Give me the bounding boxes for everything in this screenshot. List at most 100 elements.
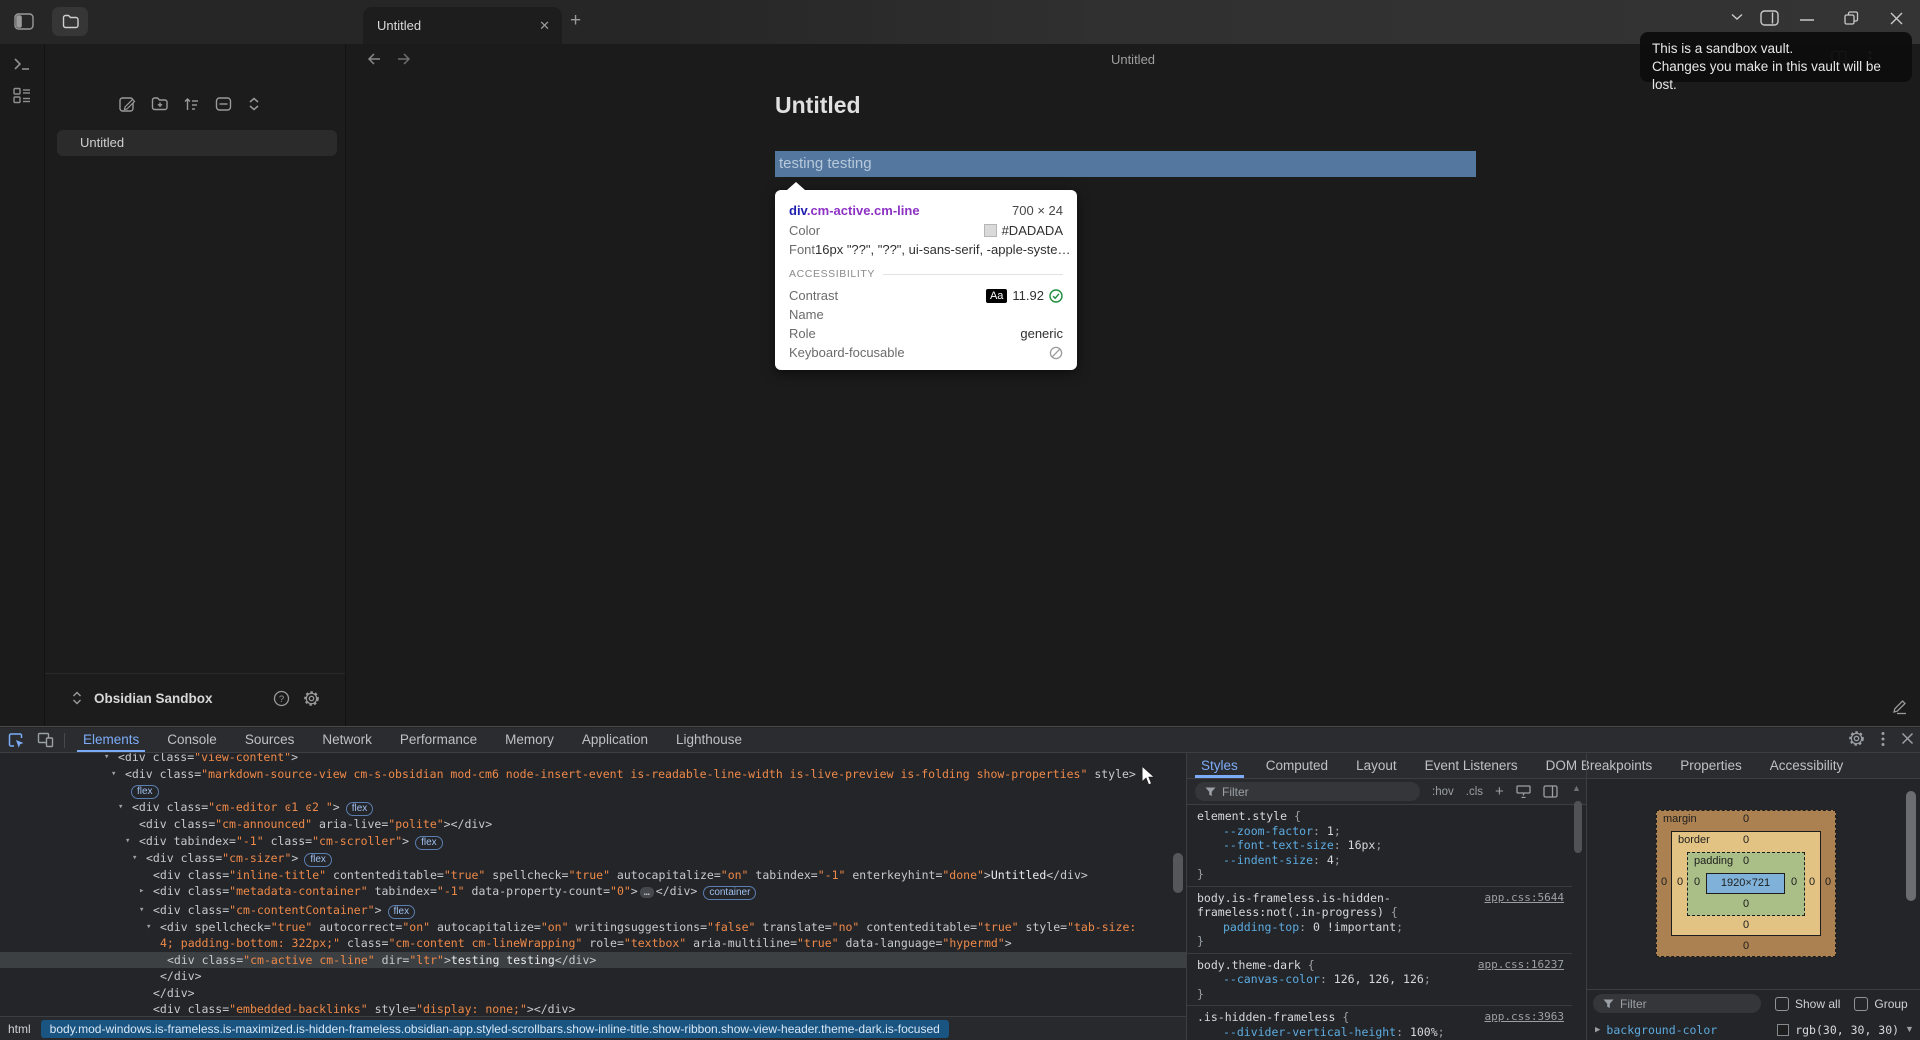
css-declaration[interactable]: --indent-size: 4; <box>1197 853 1564 868</box>
computed-pane-scrollbar[interactable] <box>1906 791 1916 901</box>
css-declaration[interactable]: padding-top: 0 !important; <box>1197 920 1564 935</box>
sidebar-tab-properties[interactable]: Properties <box>1666 754 1756 778</box>
css-declaration[interactable]: --font-text-size: 16px; <box>1197 838 1564 853</box>
elements-tree-row[interactable]: <div class="inline-title" contenteditabl… <box>0 867 1186 884</box>
new-note-icon[interactable] <box>119 96 136 113</box>
margin-left-value[interactable]: 0 <box>1657 876 1671 888</box>
window-menu-chevron-icon[interactable] <box>1730 12 1744 21</box>
elements-tree-scrollbar[interactable] <box>1173 853 1183 893</box>
breadcrumb-html[interactable]: html <box>8 1022 31 1036</box>
sidebar-tab-styles[interactable]: Styles <box>1187 754 1252 778</box>
tab-untitled[interactable]: Untitled ✕ <box>363 7 562 44</box>
open-terminal-icon[interactable] <box>13 56 31 72</box>
expand-collapse-chevrons-icon[interactable] <box>247 96 264 113</box>
edit-mode-pencil-icon[interactable] <box>1891 698 1908 715</box>
flex-badge[interactable]: flex <box>345 802 374 816</box>
computed-scroll-down-arrow[interactable]: ▼ <box>1905 1024 1914 1034</box>
sidebar-tab-dom-breakpoints[interactable]: DOM Breakpoints <box>1532 754 1667 778</box>
border-top-value[interactable]: 0 <box>1739 834 1753 846</box>
padding-right-value[interactable]: 0 <box>1787 876 1801 888</box>
group-checkbox[interactable] <box>1854 996 1869 1011</box>
margin-bottom-value[interactable]: 0 <box>1739 940 1753 952</box>
sort-order-icon[interactable] <box>183 96 200 113</box>
device-toolbar-icon[interactable] <box>37 732 54 748</box>
sidebar-tab-computed[interactable]: Computed <box>1252 754 1342 778</box>
border-right-value[interactable]: 0 <box>1805 876 1819 888</box>
elements-tree-row[interactable]: <div class="embedded-backlinks" style="d… <box>0 1001 1186 1016</box>
stylesheet-link[interactable]: app.css:16237 <box>1478 958 1564 973</box>
left-sidebar-toggle-icon[interactable] <box>14 13 34 30</box>
settings-gear-icon[interactable] <box>303 690 320 707</box>
elements-tree-row[interactable]: ▾ <div class="cm-sizer"> flex <box>0 850 1186 867</box>
margin-top-value[interactable]: 0 <box>1739 813 1753 825</box>
rendering-emulation-icon[interactable] <box>1516 785 1531 798</box>
elements-tree-row[interactable]: <div class="cm-announced" aria-live="pol… <box>0 816 1186 833</box>
elements-tree-row[interactable]: ▾ <div tabindex="-1" class="cm-scroller">… <box>0 833 1186 850</box>
show-all-checkbox[interactable] <box>1775 996 1789 1011</box>
style-rule[interactable]: element.style {--zoom-factor: 1; --font-t… <box>1187 805 1572 887</box>
elements-tree-row[interactable]: ▾ <div class="cm-contentContainer"> flex <box>0 902 1186 919</box>
box-model-content[interactable]: 1920×721 <box>1706 873 1785 894</box>
new-tab-button[interactable]: + <box>570 10 581 32</box>
close-window-button[interactable] <box>1890 12 1903 25</box>
container-badge[interactable]: container <box>703 886 757 900</box>
computed-property-row[interactable]: ▶ background-color rgb(30, 30, 30) <box>1587 1019 1920 1040</box>
devtools-close-icon[interactable] <box>1901 732 1914 745</box>
devtools-tab-memory[interactable]: Memory <box>491 728 568 752</box>
elements-tree-row[interactable]: ▾ <div class="view-content"> <box>0 753 1186 766</box>
file-item-untitled[interactable]: Untitled <box>57 130 337 156</box>
vault-folder-button[interactable] <box>52 7 88 36</box>
padding-left-value[interactable]: 0 <box>1690 876 1704 888</box>
stylesheet-link[interactable]: app.css:3963 <box>1485 1010 1564 1025</box>
devtools-tab-performance[interactable]: Performance <box>386 728 491 752</box>
minimize-button[interactable] <box>1800 19 1814 21</box>
collapse-all-icon[interactable] <box>215 96 232 113</box>
flex-badge[interactable]: flex <box>131 785 159 799</box>
collapse-arrow-icon[interactable]: ▾ <box>104 753 109 766</box>
collapse-arrow-icon[interactable]: ▾ <box>118 799 123 816</box>
border-bottom-value[interactable]: 0 <box>1739 919 1753 931</box>
elements-tree-row[interactable]: ▾ <div spellcheck="true" autocorrect="on"… <box>0 919 1186 952</box>
devtools-tab-sources[interactable]: Sources <box>231 728 309 752</box>
new-style-rule-button[interactable]: + <box>1495 783 1504 800</box>
padding-top-value[interactable]: 0 <box>1739 855 1753 867</box>
sidebar-tab-accessibility[interactable]: Accessibility <box>1756 754 1858 778</box>
breadcrumb-selected-body[interactable]: body.mod-windows.is-frameless.is-maximiz… <box>40 1020 949 1038</box>
devtools-tab-network[interactable]: Network <box>308 728 386 752</box>
new-folder-icon[interactable] <box>151 96 168 113</box>
collapse-arrow-icon[interactable]: ▾ <box>132 850 137 867</box>
css-declaration[interactable]: --divider-vertical-height: 100%; <box>1197 1025 1564 1040</box>
expand-arrow-icon[interactable]: ▸ <box>139 883 144 900</box>
expand-arrow-icon[interactable]: ▶ <box>1595 1025 1600 1035</box>
computed-filter-input[interactable]: Filter <box>1593 994 1761 1013</box>
collapse-arrow-icon[interactable]: ▾ <box>111 766 116 783</box>
margin-right-value[interactable]: 0 <box>1821 876 1835 888</box>
flex-badge[interactable]: flex <box>304 852 332 867</box>
elements-tree-row-selected[interactable]: <div class="cm-active cm-line" dir="ltr"… <box>0 951 1186 968</box>
padding-bottom-value[interactable]: 0 <box>1739 898 1753 910</box>
right-sidebar-toggle-icon[interactable] <box>1760 10 1779 26</box>
elements-tree-row[interactable]: </div> <box>0 968 1186 985</box>
devtools-tab-application[interactable]: Application <box>568 728 662 752</box>
style-rule[interactable]: app.css:16237 body.theme-dark {--canvas-c… <box>1187 954 1572 1006</box>
elements-tree-row[interactable]: ▸ <div class="metadata-container" tabinde… <box>0 883 1186 902</box>
flex-badge[interactable]: flex <box>415 835 443 850</box>
toggle-hover-state-button[interactable]: :hov <box>1432 786 1454 798</box>
collapse-arrow-icon[interactable]: ▾ <box>125 833 130 850</box>
devtools-more-options-icon[interactable] <box>1881 731 1885 747</box>
styles-scroll-up-arrow[interactable]: ▲ <box>1572 783 1581 793</box>
dock-sidebar-icon[interactable] <box>1543 785 1558 798</box>
devtools-tab-console[interactable]: Console <box>153 728 231 752</box>
note-inline-title[interactable]: Untitled <box>775 92 861 119</box>
collapse-arrow-icon[interactable]: ▾ <box>139 902 144 919</box>
inspect-element-icon[interactable] <box>8 732 25 749</box>
elements-tree-row[interactable]: ▾ <div class="markdown-source-view cm-s-o… <box>0 766 1186 799</box>
flex-badge[interactable]: flex <box>387 904 416 919</box>
styles-scrollbar[interactable] <box>1574 801 1582 853</box>
sidebar-tab-layout[interactable]: Layout <box>1342 754 1411 778</box>
sandbox-vault-notice[interactable]: This is a sandbox vault. Changes you mak… <box>1640 32 1912 92</box>
sidebar-tab-event-listeners[interactable]: Event Listeners <box>1411 754 1532 778</box>
styles-filter-input[interactable]: Filter <box>1195 782 1420 801</box>
collapse-arrow-icon[interactable]: ▾ <box>146 919 151 936</box>
style-rule[interactable]: app.css:3963 .is-hidden-frameless {--divi… <box>1187 1006 1572 1040</box>
